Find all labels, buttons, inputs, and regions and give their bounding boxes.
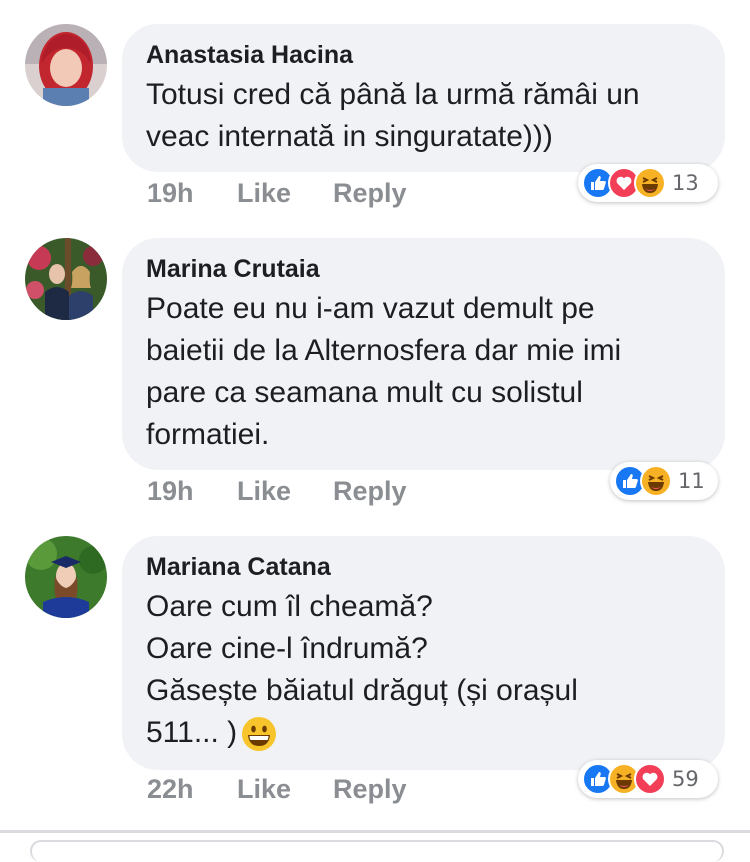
timestamp[interactable]: 19h	[147, 173, 194, 213]
comment-bubble: Mariana Catana Oare cum îl cheamă? Oare …	[122, 536, 725, 770]
reply-button[interactable]: Reply	[333, 769, 407, 809]
reactions-summary[interactable]: 11	[610, 462, 718, 500]
avatar[interactable]	[25, 24, 107, 106]
like-button[interactable]: Like	[237, 471, 291, 511]
author-name[interactable]: Anastasia Hacina	[146, 40, 701, 70]
like-button[interactable]: Like	[237, 769, 291, 809]
section-divider	[0, 830, 750, 833]
comment-line-text: 511... )	[146, 716, 238, 749]
timestamp[interactable]: 19h	[147, 471, 194, 511]
comment-meta: 19h Like Reply	[147, 173, 447, 213]
grinning-face-icon	[242, 717, 277, 752]
comment-line: Oare cum îl cheamă?	[146, 590, 433, 623]
comment-line: baietii de la Alternosfera dar mie imi	[146, 334, 622, 367]
author-name[interactable]: Marina Crutaia	[146, 254, 701, 284]
comment-text: Totusi cred că până la urmă rămâi un vea…	[146, 74, 701, 158]
comment-meta: 19h Like Reply	[147, 471, 447, 511]
comment-line: Oare cine-l îndrumă?	[146, 632, 428, 665]
comment-line: Găsește băiatul drăguț (și orașul	[146, 674, 578, 707]
comment-bubble: Anastasia Hacina Totusi cred că până la …	[122, 24, 725, 172]
avatar[interactable]	[25, 536, 107, 618]
comment-line: veac internată in singuratate)))	[146, 120, 553, 153]
reaction-count: 11	[678, 469, 705, 493]
love-reaction-icon	[634, 763, 666, 795]
comment-meta: 22h Like Reply	[147, 769, 447, 809]
reaction-count: 13	[672, 171, 699, 195]
reactions-summary[interactable]: 59	[578, 760, 718, 798]
haha-reaction-icon	[634, 167, 666, 199]
comment-bubble: Marina Crutaia Poate eu nu i-am vazut de…	[122, 238, 725, 470]
reply-button[interactable]: Reply	[333, 173, 407, 213]
comment-line: Poate eu nu i-am vazut demult pe	[146, 292, 595, 325]
reactions-summary[interactable]: 13	[578, 164, 718, 202]
author-name[interactable]: Mariana Catana	[146, 552, 701, 582]
haha-reaction-icon	[640, 465, 672, 497]
like-button[interactable]: Like	[237, 173, 291, 213]
comment-line: formatiei.	[146, 418, 270, 451]
comment-text: Poate eu nu i-am vazut demult pe baietii…	[146, 288, 701, 456]
comment-line: Totusi cred că până la urmă rămâi un	[146, 78, 640, 111]
reaction-count: 59	[672, 767, 699, 791]
comment-text: Oare cum îl cheamă? Oare cine-l îndrumă?…	[146, 586, 701, 754]
next-item-edge	[30, 840, 724, 862]
comment-line: 511... )	[146, 712, 701, 754]
timestamp[interactable]: 22h	[147, 769, 194, 809]
avatar[interactable]	[25, 238, 107, 320]
reply-button[interactable]: Reply	[333, 471, 407, 511]
comment-line: pare ca seamana mult cu solistul	[146, 376, 583, 409]
